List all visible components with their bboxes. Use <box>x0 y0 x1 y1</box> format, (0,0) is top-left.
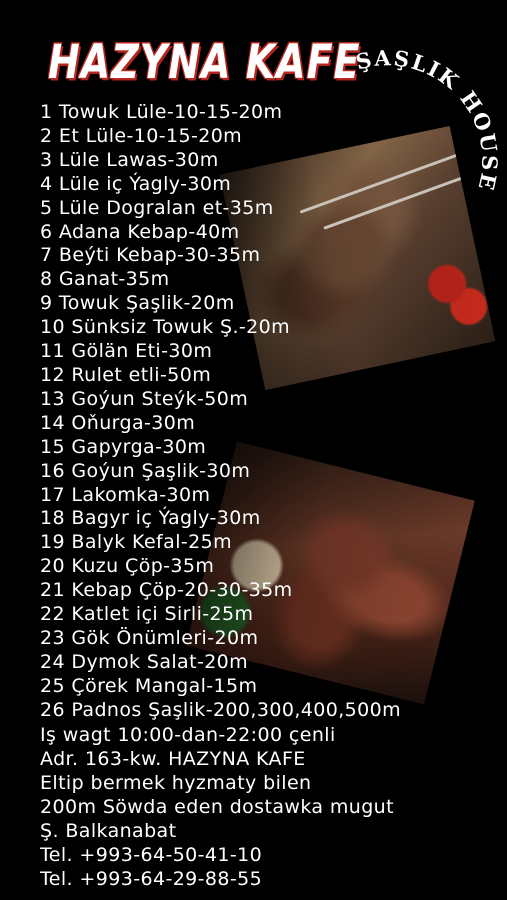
menu-item: 3 Lüle Lawas-30m <box>40 148 219 171</box>
menu-item: 1 Towuk Lüle-10-15-20m <box>40 101 283 123</box>
menu-item: 11 Gölän Eti-30m <box>40 340 213 363</box>
menu-item: 21 Kebap Çöp-20-30-35m <box>40 579 293 602</box>
menu-item: 19 Balyk Kefal-25m <box>40 531 233 554</box>
menu-item: 18 Bagyr iç Ýagly-30m <box>40 507 261 530</box>
info-block: Iş wagt 10:00-dan-22:00 çenli Adr. 163-k… <box>40 723 394 891</box>
working-hours: Iş wagt 10:00-dan-22:00 çenli <box>40 724 336 746</box>
menu-item: 8 Ganat-35m <box>40 268 170 291</box>
menu-item: 4 Lüle iç Ýagly-30m <box>40 172 232 195</box>
menu-item: 10 Sünksiz Towuk Ş.-20m <box>40 316 291 339</box>
menu-item: 13 Goýun Steýk-50m <box>40 387 249 410</box>
menu-item: 14 Oňurga-30m <box>40 411 196 434</box>
menu-item: 17 Lakomka-30m <box>40 483 211 506</box>
delivery-note: Eltip bermek hyzmaty bilen <box>40 772 312 794</box>
menu-item: 6 Adana Kebap-40m <box>40 220 240 243</box>
cafe-title: HAZYNA KAFE <box>48 34 361 89</box>
menu-item: 5 Lüle Dogralan et-35m <box>40 196 274 219</box>
menu-item: 2 Et Lüle-10-15-20m <box>40 124 243 147</box>
menu-item: 22 Katlet içi Sirli-25m <box>40 603 254 626</box>
menu-item: 24 Dymok Salat-20m <box>40 650 249 673</box>
menu-item: 26 Padnos Şaşlik-200,300,400,500m <box>40 698 402 721</box>
phone-2: Tel. +993-64-29-88-55 <box>40 868 263 890</box>
menu-item: 23 Gök Önümleri-20m <box>40 626 259 649</box>
free-delivery-note: 200m Söwda eden dostawka mugut <box>40 796 394 818</box>
address: Adr. 163-kw. HAZYNA KAFE <box>40 748 306 770</box>
menu-item: 20 Kuzu Çöp-35m <box>40 555 215 578</box>
city: Ş. Balkanabat <box>40 820 177 842</box>
menu-item: 15 Gapyrga-30m <box>40 435 207 458</box>
menu-item: 16 Goýun Şaşlik-30m <box>40 459 251 482</box>
menu-item: 12 Rulet etli-50m <box>40 363 212 386</box>
phone-1: Tel. +993-64-50-41-10 <box>40 844 263 866</box>
menu-item: 7 Beýti Kebap-30-35m <box>40 244 261 267</box>
menu-list: 1 Towuk Lüle-10-15-20m 2 Et Lüle-10-15-2… <box>40 101 401 723</box>
menu-item: 25 Çörek Mangal-15m <box>40 674 258 697</box>
menu-item: 9 Towuk Şaşlik-20m <box>40 292 235 315</box>
